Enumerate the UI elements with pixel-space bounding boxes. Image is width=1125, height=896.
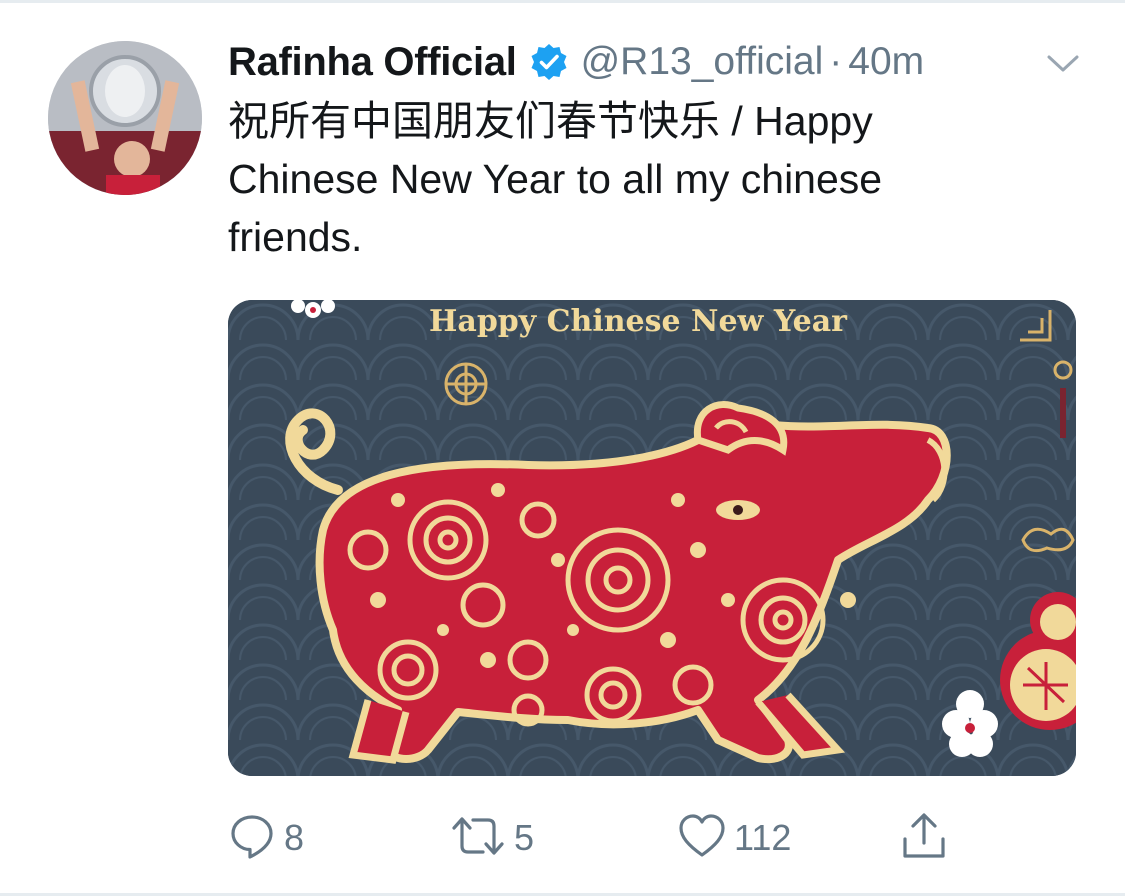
tweet-text: 祝所有中国朋友们春节快乐 / Happy Chinese New Year to… [228,98,883,260]
avatar[interactable] [48,41,202,195]
like-button[interactable]: 112 [678,808,791,868]
share-button[interactable] [900,808,948,868]
display-name[interactable]: Rafinha Official [228,40,517,85]
reply-count: 8 [284,817,305,858]
handle[interactable]: @R13_official [581,40,824,84]
top-divider [0,0,1125,3]
reply-button[interactable]: 8 [228,808,304,868]
retweet-icon [450,812,506,865]
tweet-image[interactable]: Happy Chinese New Year [228,300,1076,776]
retweet-count: 5 [514,817,535,858]
action-bar: 8 5 112 [0,808,1125,868]
share-icon [900,812,948,865]
like-count: 112 [734,817,792,858]
heart-icon [678,812,726,865]
verified-badge-icon [529,42,569,82]
retweet-button[interactable]: 5 [450,808,534,868]
timestamp[interactable]: 40m [848,40,924,84]
image-caption: Happy Chinese New Year [429,304,847,339]
chevron-down-icon[interactable] [1043,46,1083,80]
tweet-header: Rafinha Official @R13_official · 40m [228,34,1098,90]
reply-icon [228,812,276,865]
separator-dot: · [829,40,843,83]
